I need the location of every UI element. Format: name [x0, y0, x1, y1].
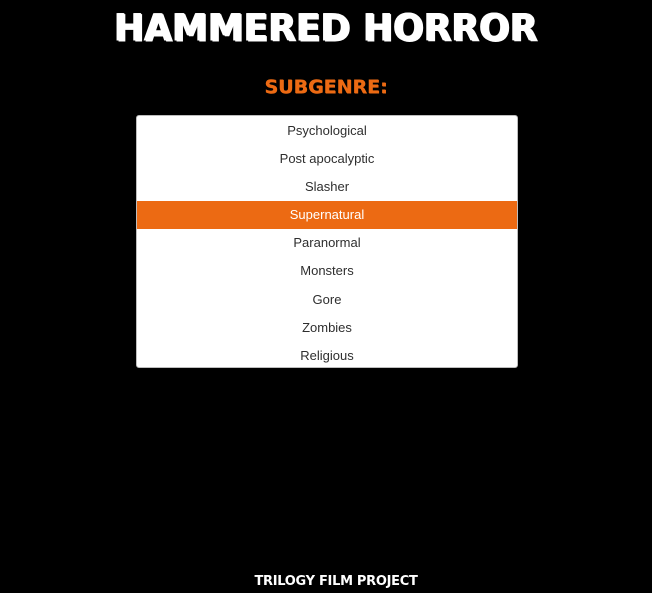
subgenre-option[interactable]: Monsters	[137, 257, 517, 285]
subgenre-option[interactable]: Religious	[137, 342, 517, 367]
subgenre-listbox[interactable]: Psychological Post apocalyptic Slasher S…	[136, 115, 518, 368]
subgenre-option[interactable]: Slasher	[137, 173, 517, 201]
subgenre-label: SUBGENRE:	[264, 76, 388, 98]
subgenre-option[interactable]: Gore	[137, 286, 517, 314]
subgenre-option[interactable]: Paranormal	[137, 229, 517, 257]
footer-credit: TRILOGY FILM PROJECT	[254, 574, 418, 589]
subgenre-option[interactable]: Post apocalyptic	[137, 145, 517, 173]
page-title: HAMMERED HORROR	[114, 6, 538, 51]
subgenre-option-selected[interactable]: Supernatural	[137, 201, 517, 230]
subgenre-option[interactable]: Psychological	[137, 117, 517, 145]
subgenre-option[interactable]: Zombies	[137, 314, 517, 342]
